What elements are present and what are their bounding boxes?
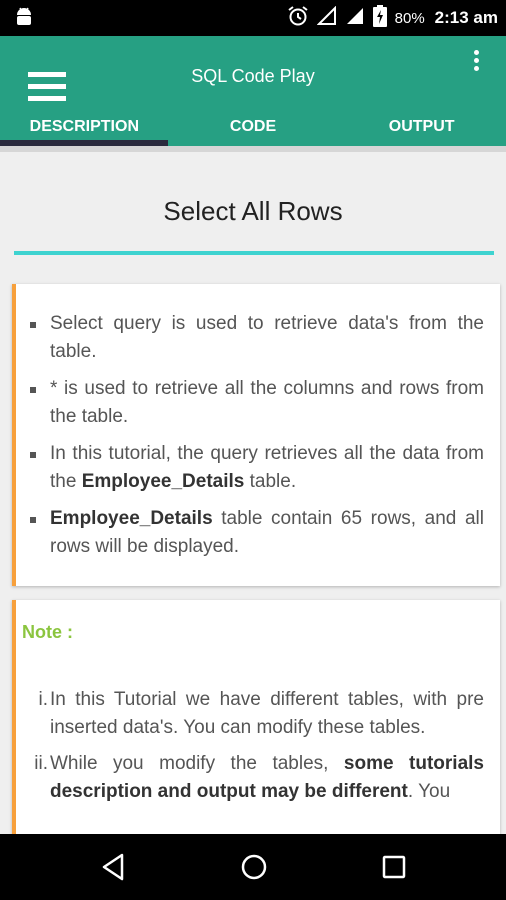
app-title: SQL Code Play [191, 66, 315, 86]
page-title: Select All Rows [163, 196, 343, 226]
tab-output[interactable]: OUTPUT [337, 118, 506, 142]
title-underline [14, 251, 494, 255]
note-card: Note : i. In this Tutorial we have differ… [12, 600, 500, 840]
list-item: * is used to retrieve all the columns an… [28, 375, 484, 431]
tab-bar: DESCRIPTION CODE OUTPUT [0, 118, 506, 142]
appbar-divider [0, 146, 506, 152]
description-list: Select query is used to retrieve data's … [16, 284, 500, 561]
signal-icon [316, 5, 337, 31]
app-bar: SQL Code Play DESCRIPTION CODE OUTPUT [0, 36, 506, 146]
list-item: Employee_Details table contain 65 rows, … [28, 505, 484, 561]
signal-icon [345, 6, 365, 31]
more-vert-icon[interactable] [472, 50, 480, 74]
description-card: Select query is used to retrieve data's … [12, 284, 500, 586]
tab-description[interactable]: DESCRIPTION [0, 118, 169, 142]
back-icon[interactable] [100, 852, 128, 887]
alarm-icon [287, 5, 309, 32]
clock-time: 2:13 am [434, 8, 498, 27]
android-icon [14, 6, 34, 33]
list-item: In this tutorial, the query retrieves al… [28, 440, 484, 496]
status-bar: 80% 2:13 am [0, 0, 506, 36]
home-icon[interactable] [239, 852, 269, 887]
list-item: i. In this Tutorial we have different tab… [38, 689, 485, 738]
navigation-bar [0, 834, 506, 900]
battery-charging-icon [372, 4, 387, 32]
list-item: ii. While you modify the tables, some tut… [34, 753, 484, 802]
recents-icon[interactable] [380, 852, 408, 887]
note-label: Note : [22, 622, 73, 642]
tab-code[interactable]: CODE [169, 118, 338, 142]
list-item: Select query is used to retrieve data's … [28, 310, 484, 366]
note-list: i. In this Tutorial we have different tab… [16, 600, 500, 806]
battery-percent: 80% [394, 9, 425, 27]
